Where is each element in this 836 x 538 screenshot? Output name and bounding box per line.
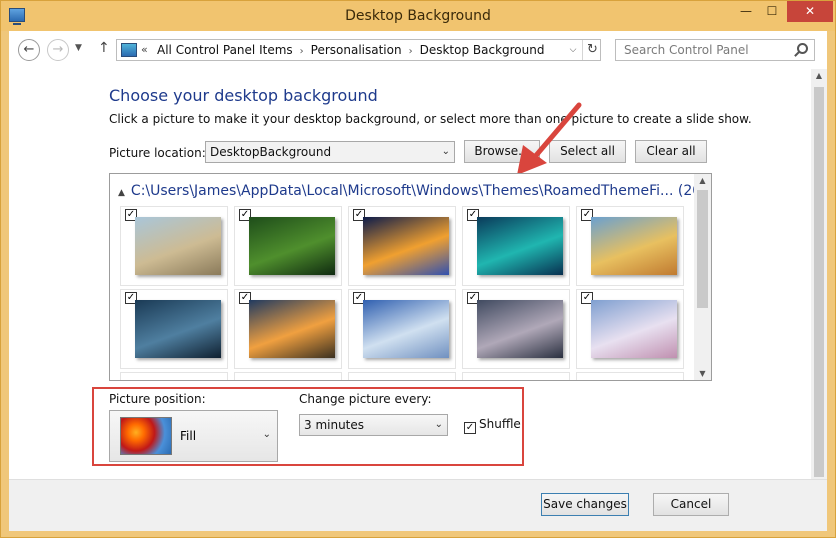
checkbox-checked-icon[interactable]: ✓ <box>464 422 476 434</box>
picture-location-value: DesktopBackground <box>210 145 332 159</box>
window-client: ← → ▼ ↑ « All Control Panel Items › Person… <box>9 31 827 531</box>
footer-bar: Save changes Cancel <box>9 479 827 531</box>
forward-button[interactable]: → <box>47 39 69 61</box>
maximize-button[interactable]: ☐ <box>759 1 785 22</box>
control-panel-icon <box>121 43 137 57</box>
wallpaper-thumbnail[interactable]: ✓ <box>462 206 570 286</box>
breadcrumb-separator[interactable]: › <box>409 46 413 57</box>
recent-locations-chevron-icon[interactable]: ▼ <box>75 43 82 53</box>
picture-location-label: Picture location: <box>109 146 206 160</box>
change-interval-dropdown[interactable]: 3 minutes ⌄ <box>299 414 448 436</box>
wallpaper-thumbnail[interactable]: ✓ <box>120 206 228 286</box>
breadcrumb-personalisation[interactable]: Personalisation <box>311 43 402 57</box>
wallpaper-thumbnail[interactable] <box>348 372 456 380</box>
breadcrumb-desktop-background[interactable]: Desktop Background <box>420 43 545 57</box>
page-description: Click a picture to make it your desktop … <box>109 112 752 126</box>
window-scrollbar[interactable]: ▲ <box>811 69 827 479</box>
wallpaper-image <box>363 217 449 275</box>
address-dropdown-icon[interactable]: ⌵ <box>564 40 582 60</box>
gallery-group-header[interactable]: ▲ C:\Users\James\AppData\Local\Microsoft\… <box>118 183 707 199</box>
refresh-icon[interactable]: ↻ <box>582 40 602 60</box>
collapse-group-icon[interactable]: ▲ <box>118 188 125 198</box>
search-box[interactable] <box>615 39 815 61</box>
wallpaper-image <box>249 217 335 275</box>
scroll-up-icon[interactable]: ▲ <box>811 71 827 80</box>
wallpaper-image <box>249 300 335 358</box>
wallpaper-image <box>135 300 221 358</box>
scrollbar-thumb[interactable] <box>814 87 824 477</box>
select-all-button[interactable]: Select all <box>549 140 626 163</box>
wallpaper-thumbnail[interactable] <box>234 372 342 380</box>
gallery-group-title: C:\Users\James\AppData\Local\Microsoft\W… <box>130 183 707 199</box>
wallpaper-image <box>363 300 449 358</box>
wallpaper-thumbnail[interactable]: ✓ <box>576 289 684 369</box>
title-bar[interactable]: Desktop Background — ☐ ✕ <box>1 1 835 31</box>
picture-location-dropdown[interactable]: DesktopBackground ⌄ <box>205 141 455 163</box>
address-bar[interactable]: « All Control Panel Items › Personalisatio… <box>116 39 601 61</box>
wallpaper-thumbnail[interactable] <box>120 372 228 380</box>
chevron-down-icon: ⌄ <box>262 429 271 440</box>
wallpaper-image <box>477 217 563 275</box>
wallpaper-thumbnail[interactable]: ✓ <box>120 289 228 369</box>
breadcrumb: All Control Panel Items › Personalisation ›… <box>157 43 544 57</box>
wallpaper-image <box>591 217 677 275</box>
wallpaper-thumbnail[interactable]: ✓ <box>576 206 684 286</box>
breadcrumb-all-control-panel-items[interactable]: All Control Panel Items <box>157 43 293 57</box>
minimize-button[interactable]: — <box>733 1 759 22</box>
change-picture-label: Change picture every: <box>299 392 432 406</box>
scrollbar-thumb[interactable] <box>697 190 708 308</box>
shuffle-checkbox[interactable]: ✓ Shuffle <box>464 417 521 434</box>
address-overflow-icon[interactable]: « <box>141 43 148 56</box>
gallery-scrollbar[interactable]: ▲ ▼ <box>694 174 711 380</box>
wallpaper-image <box>591 300 677 358</box>
wallpaper-thumbnail[interactable] <box>576 372 684 380</box>
close-button[interactable]: ✕ <box>787 1 833 22</box>
wallpaper-gallery[interactable]: ▲ C:\Users\James\AppData\Local\Microsoft\… <box>109 173 712 381</box>
search-icon[interactable] <box>797 43 808 54</box>
wallpaper-thumbnail[interactable] <box>462 372 570 380</box>
up-button[interactable]: ↑ <box>98 40 110 56</box>
back-button[interactable]: ← <box>18 39 40 61</box>
position-preview-image <box>120 417 172 455</box>
shuffle-label: Shuffle <box>479 417 521 431</box>
chevron-down-icon: ⌄ <box>434 419 443 430</box>
wallpaper-thumbnail[interactable]: ✓ <box>234 206 342 286</box>
wallpaper-thumbnail[interactable]: ✓ <box>234 289 342 369</box>
picture-position-dropdown[interactable]: Fill ⌄ <box>109 410 278 462</box>
page-title: Choose your desktop background <box>109 86 378 105</box>
breadcrumb-separator[interactable]: › <box>300 46 304 57</box>
scroll-down-icon[interactable]: ▼ <box>694 369 711 378</box>
scroll-up-icon[interactable]: ▲ <box>694 176 711 185</box>
wallpaper-image <box>477 300 563 358</box>
picture-position-label: Picture position: <box>109 392 206 406</box>
wallpaper-thumbnail[interactable]: ✓ <box>462 289 570 369</box>
clear-all-button[interactable]: Clear all <box>635 140 707 163</box>
navigation-bar: ← → ▼ ↑ « All Control Panel Items › Person… <box>9 31 827 69</box>
wallpaper-thumbnail[interactable]: ✓ <box>348 206 456 286</box>
desktop-background-window: Desktop Background — ☐ ✕ ← → ▼ ↑ « All C… <box>0 0 836 538</box>
wallpaper-image <box>135 217 221 275</box>
wallpaper-thumbnail[interactable]: ✓ <box>348 289 456 369</box>
picture-position-value: Fill <box>180 429 197 443</box>
save-changes-button[interactable]: Save changes <box>541 493 629 516</box>
chevron-down-icon: ⌄ <box>441 146 450 157</box>
cancel-button[interactable]: Cancel <box>653 493 729 516</box>
change-interval-value: 3 minutes <box>304 418 365 432</box>
window-title: Desktop Background <box>345 8 491 24</box>
browse-button[interactable]: Browse... <box>464 140 540 163</box>
search-input[interactable] <box>616 40 786 60</box>
